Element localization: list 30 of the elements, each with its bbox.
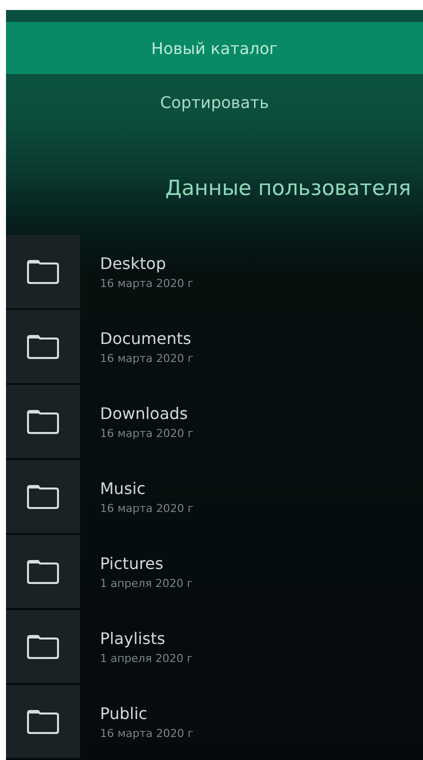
- folder-name[interactable]: Downloads: [100, 404, 194, 422]
- folder-icon: [26, 408, 60, 434]
- folder-icon: [26, 708, 60, 734]
- folder-date: 16 марта 2020 г: [100, 276, 194, 290]
- folder-date: 1 апреля 2020 г: [100, 576, 193, 590]
- folder-name[interactable]: Public: [100, 704, 194, 722]
- folder-tile[interactable]: [6, 235, 80, 308]
- folder-name[interactable]: Playlists: [100, 628, 193, 648]
- folder-name[interactable]: Desktop: [100, 254, 194, 272]
- folder-date: 16 марта 2020 г: [100, 426, 194, 440]
- folder-date: 1 апреля 2020 г: [100, 652, 193, 664]
- page-title: Данные пользователя: [165, 176, 411, 200]
- folder-tile[interactable]: [6, 385, 80, 458]
- menu-item[interactable]: Сортировать: [6, 74, 423, 130]
- folder-icon: [26, 484, 60, 510]
- folder-icon: [26, 634, 60, 660]
- folder-tile[interactable]: [6, 685, 80, 758]
- folder-tile[interactable]: [6, 535, 80, 608]
- folder-tile[interactable]: [6, 310, 80, 383]
- folder-date: 16 марта 2020 г: [100, 726, 194, 740]
- folder-name[interactable]: Pictures: [100, 554, 193, 572]
- folder-icon: [26, 558, 60, 584]
- folder-name[interactable]: Music: [100, 478, 194, 498]
- folder-tile[interactable]: [6, 610, 80, 683]
- folder-date: 16 марта 2020 г: [100, 352, 194, 364]
- folder-name[interactable]: Documents: [100, 328, 194, 348]
- folder-icon: [26, 334, 60, 360]
- folder-tile[interactable]: [6, 460, 80, 533]
- folder-date: 16 марта 2020 г: [100, 502, 194, 514]
- folder-icon: [26, 258, 60, 284]
